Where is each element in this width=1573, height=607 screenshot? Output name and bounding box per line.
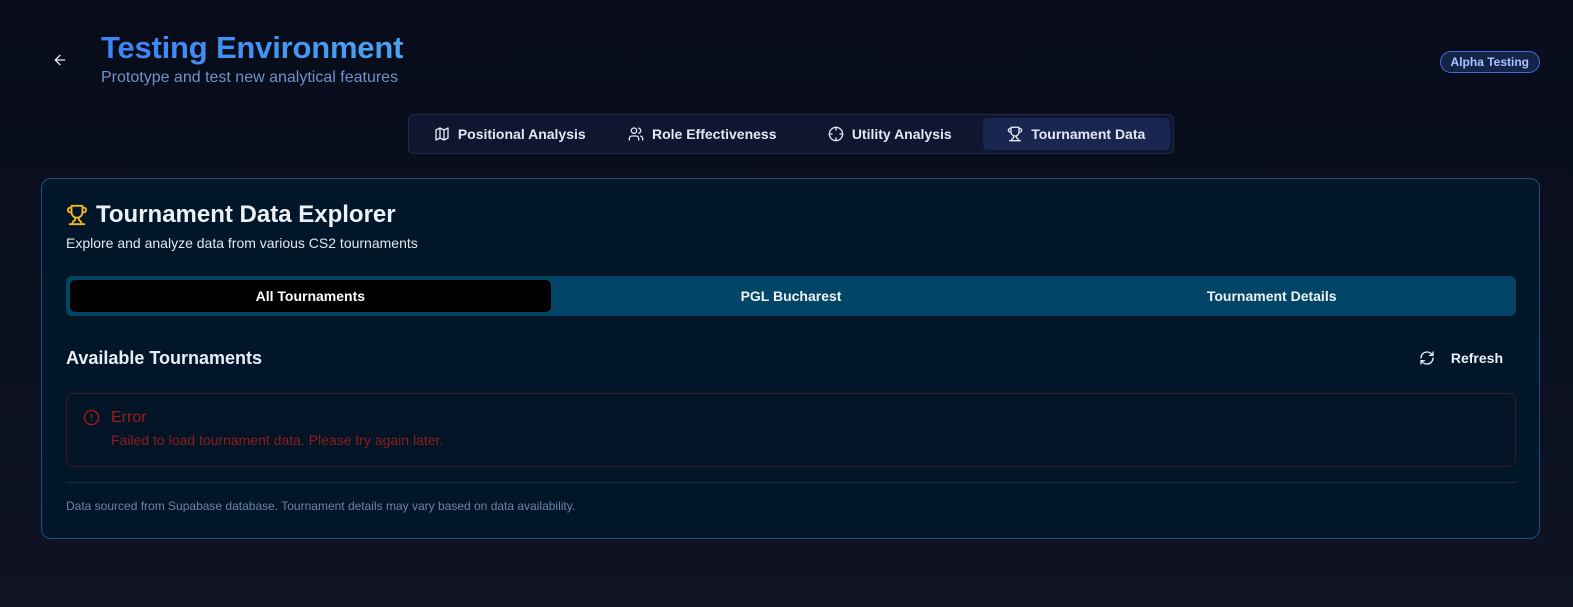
error-message: Failed to load tournament data. Please t…	[111, 432, 444, 448]
page-title: Testing Environment	[101, 30, 404, 65]
map-icon	[435, 127, 449, 141]
page-subtitle: Prototype and test new analytical featur…	[101, 69, 399, 86]
subtab-pgl-bucharest[interactable]: PGL Bucharest	[551, 280, 1032, 312]
divider	[66, 482, 1516, 483]
tab-label: Positional Analysis	[457, 126, 586, 142]
tournament-explorer-card: Tournament Data Explorer Explore and ana…	[41, 178, 1540, 539]
tab-label: Utility Analysis	[851, 126, 952, 142]
refresh-label: Refresh	[1450, 350, 1503, 366]
card-title: Tournament Data Explorer	[66, 201, 396, 229]
section-title: Available Tournaments	[66, 348, 263, 368]
users-icon	[628, 127, 644, 141]
back-button[interactable]	[46, 46, 74, 74]
alert-circle-icon	[83, 409, 100, 426]
error-title: Error	[111, 409, 147, 426]
trophy-icon	[66, 204, 88, 226]
card-description: Explore and analyze data from various CS…	[66, 235, 418, 251]
tab-role-effectiveness[interactable]: Role Effectiveness	[607, 118, 797, 150]
trophy-icon	[1007, 126, 1023, 142]
subtab-all-tournaments[interactable]: All Tournaments	[70, 280, 551, 312]
tab-tournament-data[interactable]: Tournament Data	[982, 118, 1170, 150]
card-title-text: Tournament Data Explorer	[96, 201, 396, 228]
refresh-icon	[1420, 351, 1434, 365]
tab-label: Tournament Data	[1031, 126, 1146, 142]
main-tabs: Positional Analysis Role Effectiveness U…	[408, 114, 1174, 154]
refresh-button[interactable]: Refresh	[1407, 345, 1515, 371]
tab-label: Role Effectiveness	[651, 126, 777, 142]
tournament-subtabs: All Tournaments PGL Bucharest Tournament…	[66, 276, 1516, 316]
tab-utility-analysis[interactable]: Utility Analysis	[797, 118, 983, 150]
crosshair-icon	[828, 126, 844, 142]
footnote: Data sourced from Supabase database. Tou…	[66, 499, 576, 513]
arrow-left-icon	[54, 54, 66, 66]
tab-positional-analysis[interactable]: Positional Analysis	[412, 118, 607, 150]
error-alert: Error Failed to load tournament data. Pl…	[66, 393, 1516, 467]
status-badge: Alpha Testing	[1439, 51, 1540, 73]
subtab-tournament-details[interactable]: Tournament Details	[1031, 280, 1512, 312]
page-header: Testing Environment Prototype and test n…	[0, 0, 1573, 110]
